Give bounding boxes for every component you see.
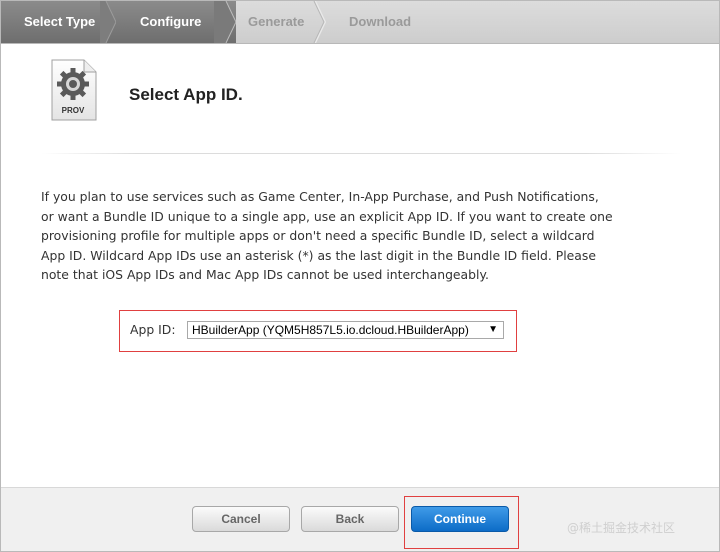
provisioning-profile-icon: PROV	[51, 59, 97, 121]
page-title: Select App ID.	[129, 85, 243, 104]
header-divider	[41, 153, 681, 154]
cancel-button[interactable]: Cancel	[192, 506, 290, 532]
step-configure: Configure	[140, 14, 202, 29]
description-line: If you plan to use services such as Game…	[41, 189, 599, 204]
chevron-separator-icon	[214, 1, 236, 43]
app-id-label: App ID:	[130, 322, 176, 337]
chevron-separator-icon	[313, 1, 327, 43]
prov-icon-label: PROV	[62, 106, 85, 115]
step-generate: Generate	[248, 14, 305, 29]
app-id-selected-value: HBuilderApp (YQM5H857L5.io.dcloud.HBuild…	[192, 323, 469, 337]
step-download: Download	[349, 14, 412, 29]
description-line: provisioning profile for multiple apps o…	[41, 228, 595, 244]
description-line: or want a Bundle ID unique to a single a…	[41, 208, 613, 224]
app-id-highlight: App ID: HBuilderApp (YQM5H857L5.io.dclou…	[119, 310, 517, 352]
page-frame: Select Type Configure Generate Download	[0, 0, 720, 552]
dropdown-arrow-icon: ▼	[488, 324, 498, 335]
description-line: note that iOS App IDs and Mac App IDs ca…	[41, 267, 489, 283]
progress-steps: Select Type Configure Generate Download	[1, 1, 719, 44]
description-line: App ID. Wildcard App IDs use an asterisk…	[41, 247, 596, 263]
description-text: If you plan to use services such as Game…	[41, 187, 641, 285]
watermark: @稀土掘金技术社区	[567, 521, 676, 535]
continue-button[interactable]: Continue	[411, 506, 509, 532]
app-id-select[interactable]: HBuilderApp (YQM5H857L5.io.dcloud.HBuild…	[187, 321, 504, 339]
step-select-type: Select Type	[24, 14, 96, 29]
back-button[interactable]: Back	[301, 506, 399, 532]
chevron-separator-icon	[100, 1, 116, 43]
